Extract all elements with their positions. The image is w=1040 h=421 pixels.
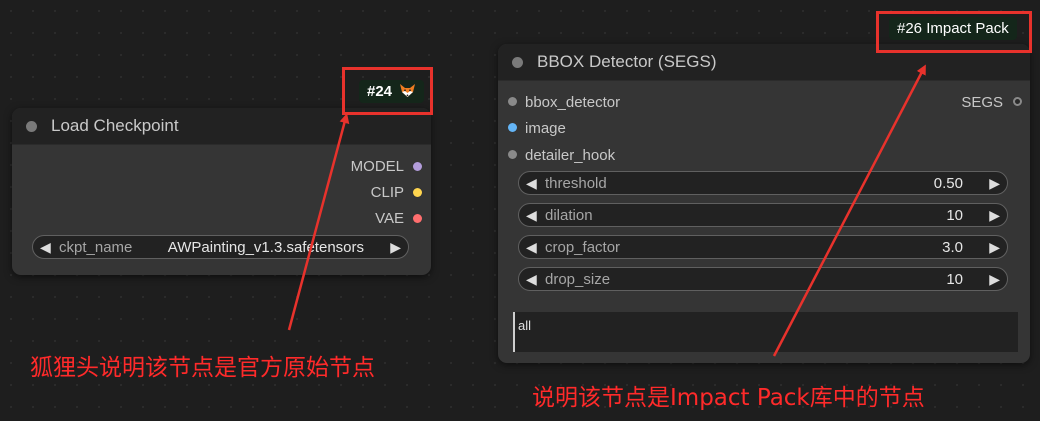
widget-value: 0.50: [933, 175, 963, 192]
output-vae-slot[interactable]: [413, 214, 422, 223]
widget-label: threshold: [545, 175, 607, 192]
node-title: BBOX Detector (SEGS): [537, 52, 717, 71]
decrement-arrow-icon[interactable]: ◀: [526, 206, 537, 224]
widget-label: dilation: [545, 207, 593, 224]
highlight-box-26: [876, 11, 1032, 53]
crop-factor-widget[interactable]: ◀ crop_factor 3.0 ▶: [518, 235, 1008, 259]
increment-arrow-icon[interactable]: ▶: [390, 238, 401, 256]
widget-value: 10: [946, 271, 963, 288]
input-bbox-detector-label: bbox_detector: [525, 94, 621, 111]
decrement-arrow-icon[interactable]: ◀: [526, 270, 537, 288]
load-checkpoint-node[interactable]: Load Checkpoint MODEL CLIP VAE ◀ ckpt_na…: [12, 108, 431, 275]
decrement-arrow-icon[interactable]: ◀: [526, 238, 537, 256]
output-vae-label: VAE: [375, 210, 404, 227]
node-title: Load Checkpoint: [51, 116, 179, 135]
input-image-slot[interactable]: [508, 123, 517, 132]
output-clip-slot[interactable]: [413, 188, 422, 197]
output-model-slot[interactable]: [413, 162, 422, 171]
input-detailer-hook-label: detailer_hook: [525, 147, 616, 164]
text-area-value: all: [518, 318, 532, 333]
input-image-label: image: [525, 120, 566, 137]
widget-label: drop_size: [545, 271, 611, 288]
threshold-widget[interactable]: ◀ threshold 0.50 ▶: [518, 171, 1008, 195]
widget-label: crop_factor: [545, 239, 621, 256]
widget-value: 10: [946, 207, 963, 224]
collapse-dot[interactable]: [26, 121, 37, 132]
annotation-right-text: 说明该节点是Impact Pack库中的节点: [532, 385, 925, 411]
annotation-left-text: 狐狸头说明该节点是官方原始节点: [30, 355, 375, 381]
widget-value: 3.0: [942, 239, 963, 256]
increment-arrow-icon[interactable]: ▶: [989, 238, 1000, 256]
decrement-arrow-icon[interactable]: ◀: [40, 238, 51, 256]
widget-value: AWPainting_v1.3.safetensors: [167, 239, 364, 256]
increment-arrow-icon[interactable]: ▶: [989, 174, 1000, 192]
output-model-label: MODEL: [350, 158, 404, 175]
collapse-dot[interactable]: [512, 57, 523, 68]
highlight-box-24: [342, 67, 433, 115]
increment-arrow-icon[interactable]: ▶: [989, 270, 1000, 288]
bbox-detector-node[interactable]: BBOX Detector (SEGS) bbox_detector SEGS …: [498, 44, 1030, 363]
output-segs-slot[interactable]: [1013, 97, 1022, 106]
drop-size-widget[interactable]: ◀ drop_size 10 ▶: [518, 267, 1008, 291]
decrement-arrow-icon[interactable]: ◀: [526, 174, 537, 192]
output-clip-label: CLIP: [370, 184, 404, 201]
input-bbox-detector-slot[interactable]: [508, 97, 517, 106]
ckpt-name-combo[interactable]: ◀ ckpt_name AWPainting_v1.3.safetensors …: [32, 235, 409, 259]
labels-text-area[interactable]: all: [513, 312, 1018, 352]
output-segs-label: SEGS: [961, 94, 1003, 111]
increment-arrow-icon[interactable]: ▶: [989, 206, 1000, 224]
widget-label: ckpt_name: [59, 239, 133, 256]
dilation-widget[interactable]: ◀ dilation 10 ▶: [518, 203, 1008, 227]
input-detailer-hook-slot[interactable]: [508, 150, 517, 159]
